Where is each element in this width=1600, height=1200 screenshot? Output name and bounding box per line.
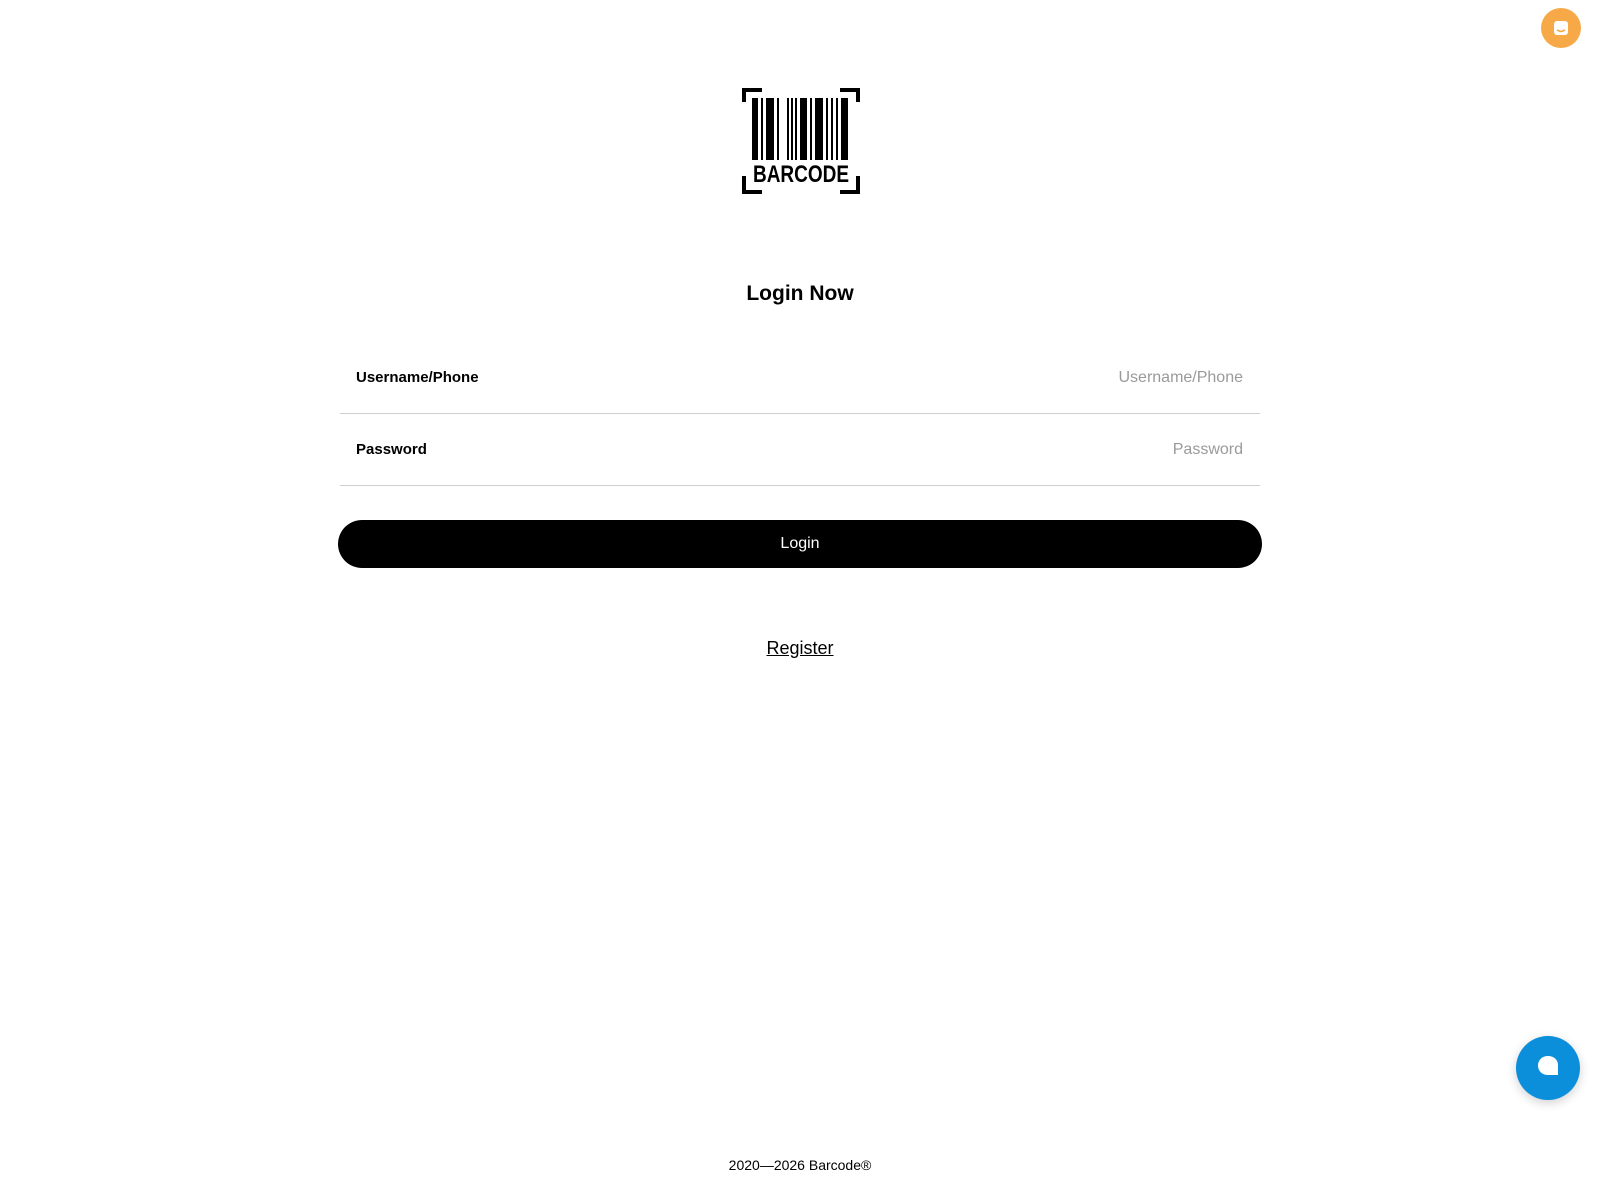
username-label: Username/Phone	[356, 369, 479, 386]
password-input[interactable]	[643, 440, 1243, 459]
barcode-bars-icon	[752, 98, 848, 160]
page-title: Login Now	[746, 282, 854, 305]
password-field-row: Password	[340, 414, 1260, 486]
chat-button[interactable]	[1516, 1036, 1580, 1100]
barcode-logo: BARCODE	[742, 88, 860, 194]
register-link[interactable]: Register	[766, 638, 833, 658]
username-input[interactable]	[643, 368, 1243, 387]
chat-bubble-icon	[1535, 1054, 1561, 1083]
footer-copyright: 2020—2026 Barcode®	[728, 1157, 872, 1173]
login-page: BARCODE Login Now Username/Phone Passwor…	[0, 0, 1600, 1200]
username-field-row: Username/Phone	[340, 342, 1260, 414]
password-label: Password	[356, 441, 427, 458]
message-icon	[1551, 18, 1571, 38]
register-container: Register	[0, 638, 1600, 659]
support-widget-button[interactable]	[1541, 8, 1581, 48]
logo-wordmark: BARCODE	[753, 161, 849, 188]
login-button[interactable]: Login	[338, 520, 1262, 568]
